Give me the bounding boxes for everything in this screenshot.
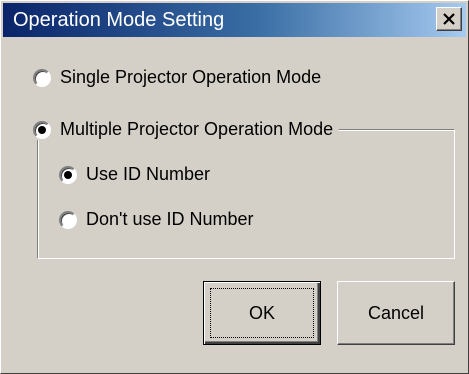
ok-button-label: OK	[248, 302, 275, 323]
title-bar[interactable]: Operation Mode Setting	[3, 3, 466, 37]
use-id-radio[interactable]	[59, 165, 77, 184]
close-icon	[443, 13, 455, 25]
cancel-button-label: Cancel	[367, 302, 425, 323]
single-projector-option[interactable]: Single Projector Operation Mode	[33, 67, 321, 88]
ok-button[interactable]: OK	[203, 281, 321, 345]
dialog-title: Operation Mode Setting	[13, 9, 225, 31]
dont-use-id-label: Don't use ID Number	[86, 209, 254, 229]
multiple-projector-radio[interactable]	[33, 120, 51, 139]
operation-mode-dialog: Operation Mode Setting Single Projector …	[0, 0, 469, 374]
dont-use-id-option[interactable]: Don't use ID Number	[59, 209, 254, 230]
close-button[interactable]	[436, 7, 462, 31]
multiple-projector-option[interactable]: Multiple Projector Operation Mode	[33, 119, 340, 140]
dont-use-id-radio[interactable]	[59, 210, 77, 229]
use-id-label: Use ID Number	[86, 164, 211, 184]
single-projector-label: Single Projector Operation Mode	[60, 67, 322, 87]
multiple-projector-group	[37, 129, 455, 259]
cancel-button[interactable]: Cancel	[337, 281, 455, 345]
multiple-projector-label: Multiple Projector Operation Mode	[60, 119, 334, 139]
single-projector-radio[interactable]	[33, 68, 51, 87]
use-id-option[interactable]: Use ID Number	[59, 164, 210, 185]
